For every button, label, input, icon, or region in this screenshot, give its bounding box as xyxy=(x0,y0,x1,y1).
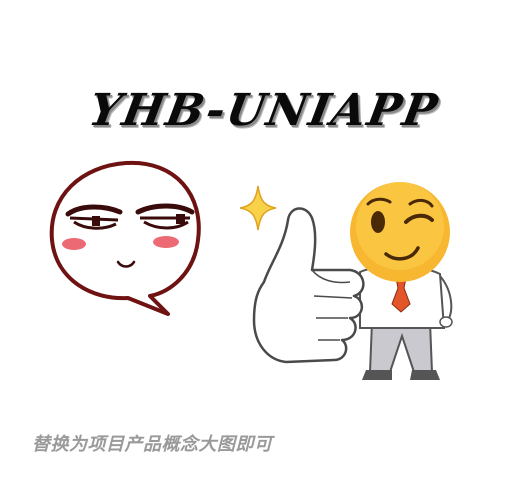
winking-emoji-thumbs-up-icon xyxy=(252,182,453,380)
concept-illustration xyxy=(49,160,453,380)
sparkle-icon xyxy=(239,185,277,231)
concept-canvas: YHB-UNIAPP 替换为项目产品概念大图即可 xyxy=(0,0,528,482)
smug-face-speech-bubble-icon xyxy=(49,160,201,316)
caption-text: 替换为项目产品概念大图即可 xyxy=(32,434,273,455)
